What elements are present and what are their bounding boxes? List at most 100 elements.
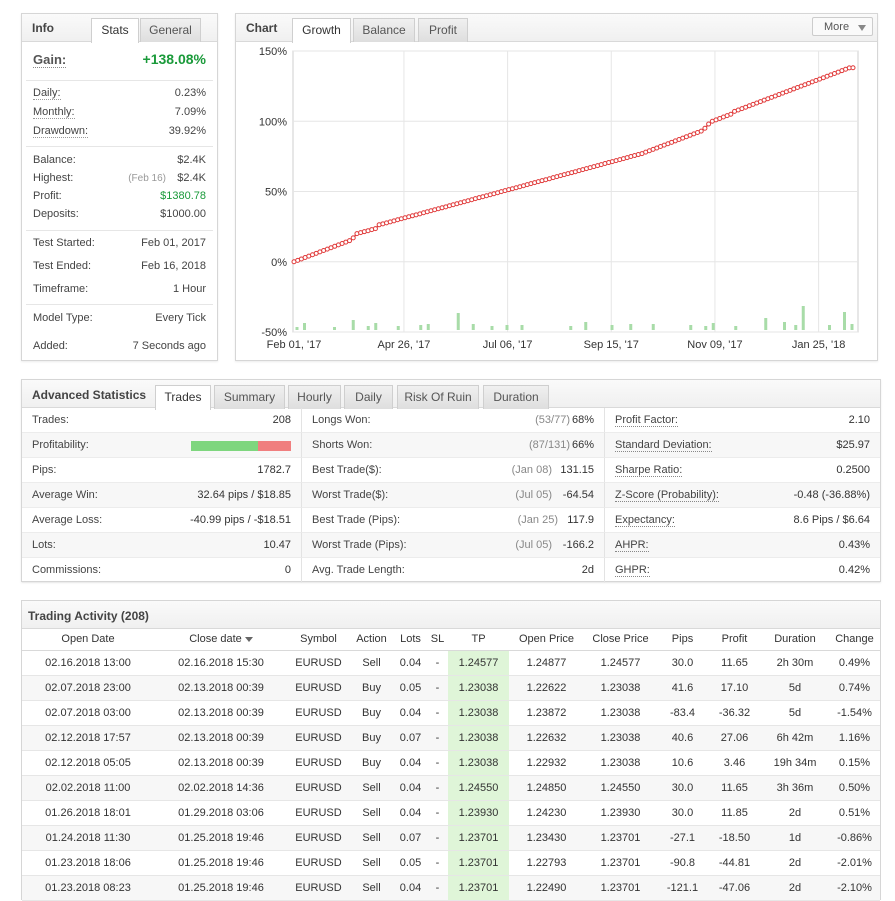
column-header[interactable]: Symbol — [288, 629, 349, 651]
table-row[interactable]: 02.07.2018 23:00 02.13.2018 00:39 EURUSD Bu… — [22, 675, 880, 701]
chart-bar — [610, 325, 614, 330]
stat-cell: Trades: 208 — [22, 408, 302, 433]
chart-point — [372, 226, 378, 232]
table-cell: 02.13.2018 00:39 — [154, 750, 288, 776]
column-header[interactable]: Close Price — [584, 629, 657, 651]
table-cell: 27.06 — [708, 725, 761, 751]
table-row[interactable]: 01.23.2018 18:06 01.25.2018 19:46 EURUSD Se… — [22, 850, 880, 876]
table-cell: 01.23.2018 18:06 — [22, 850, 154, 876]
table-cell: 1.16% — [829, 725, 880, 751]
stat-label: AHPR: — [615, 539, 649, 552]
chart-bar — [505, 325, 509, 330]
deposits-label: Deposits: — [33, 208, 79, 220]
table-cell: 1.24577 — [584, 650, 657, 676]
stat-meta: (53/77) — [535, 414, 570, 426]
gain-label: Gain: — [33, 52, 67, 68]
chart-bar — [764, 318, 768, 330]
table-cell: 01.24.2018 11:30 — [22, 825, 154, 851]
column-header[interactable]: Close date — [154, 629, 288, 651]
divider — [26, 304, 213, 305]
table-cell: EURUSD — [288, 700, 349, 726]
column-header-label: TP — [471, 633, 486, 646]
tab-duration[interactable]: Duration — [483, 385, 549, 409]
info-row-label: Daily: — [33, 87, 61, 100]
more-dropdown[interactable]: More — [812, 17, 873, 36]
table-cell: 02.02.2018 14:36 — [154, 775, 288, 801]
tab-growth[interactable]: Growth — [292, 18, 351, 43]
table-row[interactable]: 02.12.2018 05:05 02.13.2018 00:39 EURUSD Bu… — [22, 750, 880, 776]
chart-bar — [490, 326, 494, 330]
table-cell: -44.81 — [708, 850, 761, 876]
tab-trades[interactable]: Trades — [155, 385, 211, 410]
stat-label: Pips: — [32, 464, 57, 476]
table-cell: 1.23701 — [584, 875, 657, 901]
table-row[interactable]: 01.23.2018 08:23 01.25.2018 19:46 EURUSD Se… — [22, 875, 880, 901]
column-header[interactable]: Pips — [657, 629, 708, 651]
table-cell: EURUSD — [288, 750, 349, 776]
column-header-label: Symbol — [300, 633, 337, 646]
stat-cell: Z-Score (Probability): -0.48 (-36.88%) — [605, 483, 880, 508]
chart-panel-title: Chart — [246, 21, 278, 35]
column-header[interactable]: Duration — [761, 629, 829, 651]
trading-activity-table: Open Date Close date Symbol Action Lots SL TP O… — [22, 629, 880, 901]
table-cell: 02.13.2018 00:39 — [154, 700, 288, 726]
table-cell: EURUSD — [288, 825, 349, 851]
chart-bar — [333, 327, 336, 330]
table-cell: 1.24550 — [584, 775, 657, 801]
table-cell: 2d — [761, 875, 829, 901]
column-header[interactable]: Open Price — [509, 629, 584, 651]
table-row[interactable]: 01.26.2018 18:01 01.29.2018 03:06 EURUSD Se… — [22, 800, 880, 826]
column-header[interactable]: Profit — [708, 629, 761, 651]
tab-hourly[interactable]: Hourly — [288, 385, 341, 409]
table-row[interactable]: 02.07.2018 03:00 02.13.2018 00:39 EURUSD Bu… — [22, 700, 880, 726]
stat-cell: Standard Deviation: $25.97 — [605, 433, 880, 458]
tab-stats[interactable]: Stats — [91, 18, 139, 43]
table-cell: 1.23038 — [584, 725, 657, 751]
table-cell: 30.0 — [657, 775, 708, 801]
chart-bar — [366, 326, 370, 330]
y-tick-label: 150% — [259, 46, 287, 58]
stat-cell: Lots: 10.47 — [22, 533, 302, 558]
x-tick-label: Feb 01, '17 — [267, 339, 322, 351]
column-header[interactable]: TP — [448, 629, 509, 651]
stat-cell: Average Win: 32.64 pips / $18.85 — [22, 483, 302, 508]
table-row[interactable]: 02.02.2018 11:00 02.02.2018 14:36 EURUSD Se… — [22, 775, 880, 801]
table-cell: -1.54% — [829, 700, 880, 726]
column-header-label: Pips — [671, 633, 694, 646]
info-row-value: Feb 16, 2018 — [141, 260, 206, 272]
table-cell: 1.23701 — [448, 825, 509, 851]
tab-daily[interactable]: Daily — [344, 385, 393, 409]
chart-bar — [783, 322, 786, 330]
chart-bar — [303, 323, 306, 330]
table-row[interactable]: 01.24.2018 11:30 01.25.2018 19:46 EURUSD Se… — [22, 825, 880, 851]
tab-profit[interactable]: Profit — [418, 18, 468, 42]
table-cell: 0.15% — [829, 750, 880, 776]
divider — [26, 146, 213, 147]
table-cell: 11.65 — [708, 650, 761, 676]
advanced-statistics-title: Advanced Statistics — [32, 388, 147, 402]
tab-summary[interactable]: Summary — [214, 385, 285, 409]
table-row[interactable]: 02.12.2018 17:57 02.13.2018 00:39 EURUSD Bu… — [22, 725, 880, 751]
chart-point — [350, 235, 356, 241]
tab-risk-of-ruin[interactable]: Risk Of Ruin — [397, 385, 479, 409]
column-header[interactable]: Open Date — [22, 629, 154, 651]
column-header[interactable]: Action — [349, 629, 394, 651]
deposits-value: $1000.00 — [160, 208, 206, 220]
tab-balance[interactable]: Balance — [353, 18, 415, 42]
column-header[interactable]: Change — [829, 629, 880, 651]
table-row[interactable]: 02.16.2018 13:00 02.16.2018 15:30 EURUSD Se… — [22, 650, 880, 676]
info-row-label: Timeframe: — [33, 283, 89, 295]
chart-bar — [396, 326, 400, 330]
chart-bar — [471, 324, 475, 330]
chart-point — [850, 65, 856, 71]
column-header[interactable]: Lots — [394, 629, 427, 651]
divider — [26, 230, 213, 231]
tab-general[interactable]: General — [140, 18, 201, 42]
table-header-row: Open Date Close date Symbol Action Lots SL TP O… — [22, 629, 880, 651]
table-cell: 11.85 — [708, 800, 761, 826]
chart-bar — [374, 323, 378, 330]
table-cell: Sell — [349, 825, 394, 851]
info-row: Test Started: Feb 01, 2017 — [33, 235, 206, 253]
profit-row: Profit: $1380.78 — [33, 188, 206, 206]
column-header[interactable]: SL — [427, 629, 448, 651]
